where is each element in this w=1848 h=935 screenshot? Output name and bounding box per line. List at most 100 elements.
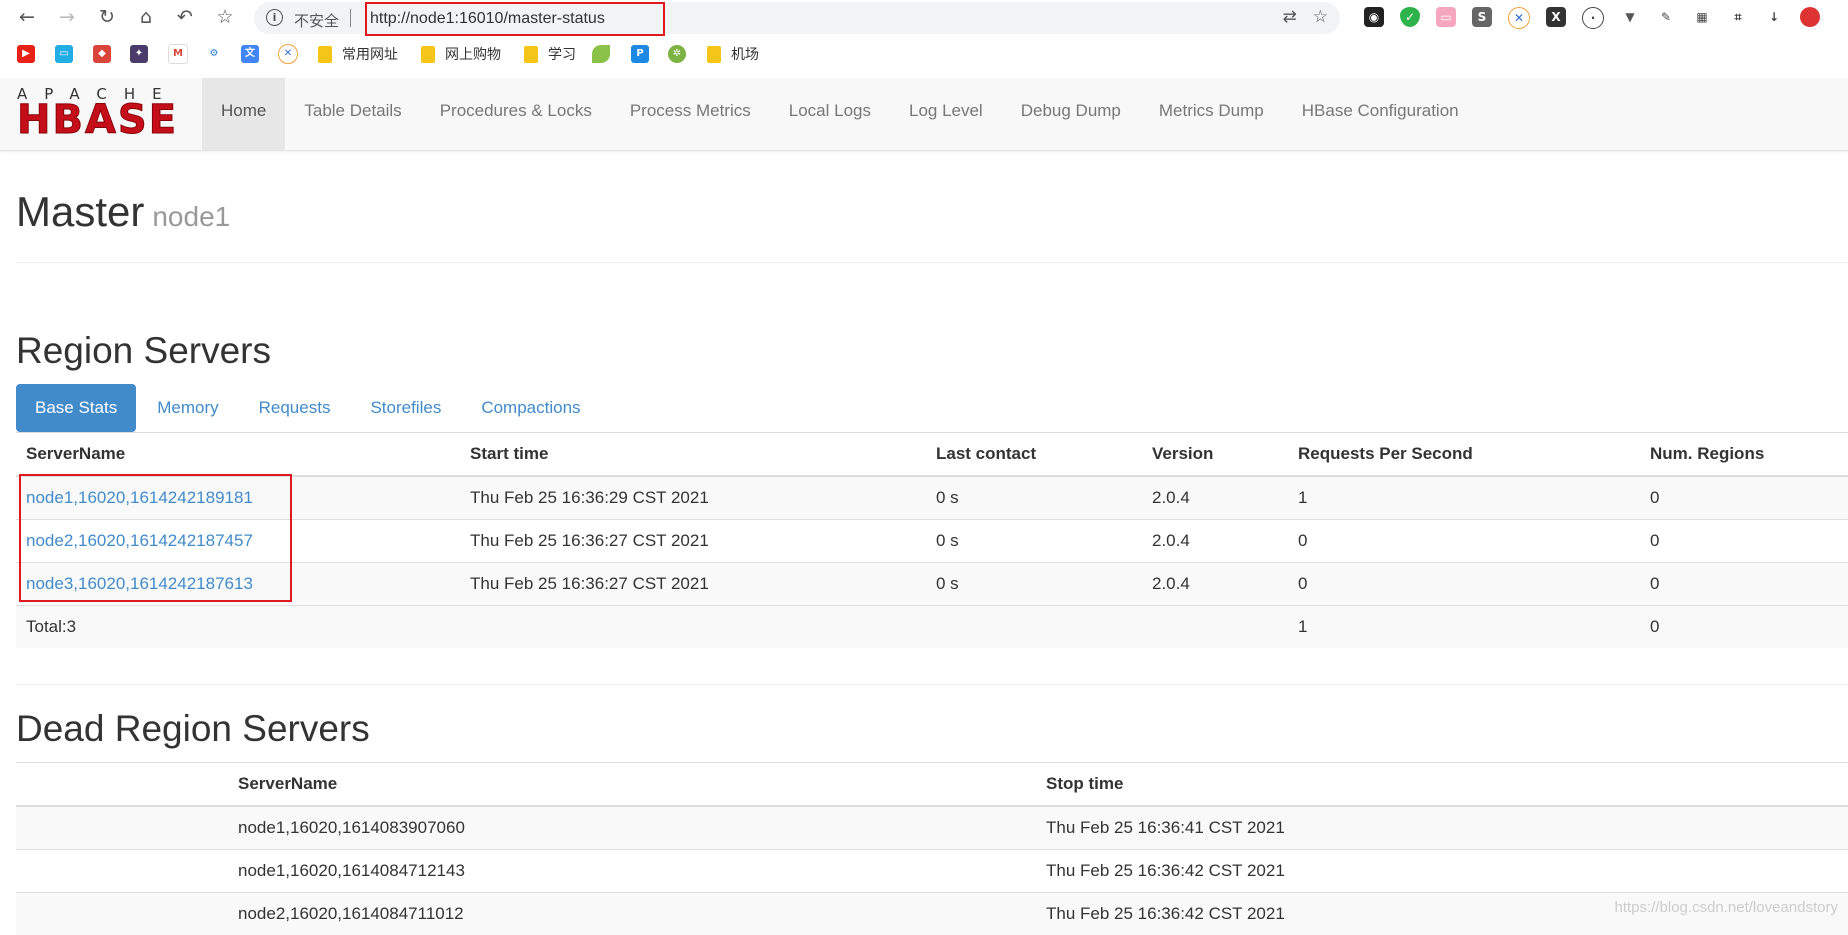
anime-icon: ✦: [130, 45, 148, 63]
youtube-bookmark[interactable]: ▶: [17, 44, 41, 64]
col-version[interactable]: Version: [1142, 433, 1288, 477]
folder-icon: [318, 46, 332, 63]
gmail-icon: M: [168, 44, 188, 64]
translate-bookmark[interactable]: 文: [241, 44, 265, 64]
server-link[interactable]: node3,16020,1614242187613: [26, 574, 253, 593]
bookmark-folder-2[interactable]: 网上购物: [421, 44, 501, 64]
server-name-cell: node1,16020,1614084712143: [228, 850, 1036, 893]
x-square-extension-icon[interactable]: X: [1546, 7, 1566, 27]
col-last-contact[interactable]: Last contact: [926, 433, 1142, 477]
gmail-bookmark[interactable]: M: [168, 44, 194, 64]
region-servers-heading: Region Servers: [16, 330, 271, 372]
nav-process-metrics[interactable]: Process Metrics: [611, 78, 770, 150]
shield-extension-icon[interactable]: ✓: [1400, 7, 1420, 27]
col-stop-time[interactable]: Stop time: [1036, 763, 1848, 807]
empty-cell: [460, 606, 926, 649]
bookmark-folder-4[interactable]: 机场: [707, 44, 759, 64]
bookmark-folder-3[interactable]: 学习: [524, 44, 576, 64]
server-name-cell: node1,16020,1614083907060: [228, 806, 1036, 850]
bookmark-network[interactable]: ⚙: [205, 44, 229, 64]
server-name-cell: node2,16020,1614084711012: [228, 893, 1036, 935]
total-label-cell: Total:3: [16, 606, 460, 649]
start-time-cell: Thu Feb 25 16:36:29 CST 2021: [460, 476, 926, 520]
total-regions-cell: 0: [1640, 606, 1848, 649]
rps-cell: 1: [1288, 476, 1640, 520]
download-icon[interactable]: ↓: [1764, 7, 1784, 27]
col-start-time[interactable]: Start time: [460, 433, 926, 477]
bookmark-anime[interactable]: ✦: [130, 44, 154, 64]
hbase-logo[interactable]: APACHE HBASE: [17, 86, 189, 136]
divider: [16, 262, 1848, 263]
nav-hbase-configuration[interactable]: HBase Configuration: [1283, 78, 1478, 150]
empty-cell: [16, 850, 228, 893]
server-link[interactable]: node1,16020,1614242189181: [26, 488, 253, 507]
forward-arrow-icon[interactable]: →: [54, 4, 80, 30]
tab-memory[interactable]: Memory: [138, 384, 237, 432]
col-servername[interactable]: ServerName: [228, 763, 1036, 807]
star-icon[interactable]: ☆: [1313, 7, 1328, 27]
x-circle-icon: ✕: [278, 44, 298, 64]
extensions-bar: ◉ ✓ ▭ S ✕ X · ▼ ✎ ▦ ⌗ ↓: [1364, 7, 1820, 29]
reload-icon[interactable]: ↻: [94, 4, 120, 30]
edit-extension-icon[interactable]: ✎: [1656, 7, 1676, 27]
table-row: node1,16020,1614083907060 Thu Feb 25 16:…: [16, 806, 1848, 850]
bookmark-x[interactable]: ✕: [278, 44, 304, 64]
bookmark-p[interactable]: P: [631, 44, 655, 64]
col-requests-per-second[interactable]: Requests Per Second: [1288, 433, 1640, 477]
start-time-cell: Thu Feb 25 16:36:27 CST 2021: [460, 563, 926, 606]
bookmark-star-icon[interactable]: ☆: [212, 4, 238, 30]
bookmark-label: 网上购物: [445, 44, 501, 64]
nav-metrics-dump[interactable]: Metrics Dump: [1140, 78, 1283, 150]
back-arrow-icon[interactable]: ←: [14, 4, 40, 30]
bookmark-folder-1[interactable]: 常用网址: [318, 44, 398, 64]
nav-home[interactable]: Home: [202, 78, 285, 150]
total-rps-cell: 1: [1288, 606, 1640, 649]
stop-time-cell: Thu Feb 25 16:36:41 CST 2021: [1036, 806, 1848, 850]
bookmark-lime[interactable]: ✲: [668, 44, 692, 64]
table-row: node2,16020,1614242187457 Thu Feb 25 16:…: [16, 520, 1848, 563]
nav-log-level[interactable]: Log Level: [890, 78, 1002, 150]
server-name-cell: node3,16020,1614242187613: [16, 563, 460, 606]
table-row: node1,16020,1614242189181 Thu Feb 25 16:…: [16, 476, 1848, 520]
x-extension-icon[interactable]: ✕: [1508, 7, 1530, 29]
col-servername[interactable]: ServerName: [16, 433, 460, 477]
grid-extension-icon[interactable]: ▦: [1692, 7, 1712, 27]
p-icon: P: [631, 45, 649, 63]
bilibili-extension-icon[interactable]: ▭: [1436, 7, 1456, 27]
translate-icon[interactable]: ⇄: [1283, 7, 1297, 27]
empty-cell: [16, 806, 228, 850]
col-num-regions[interactable]: Num. Regions: [1640, 433, 1848, 477]
profile-avatar[interactable]: [1800, 7, 1820, 27]
v-extension-icon[interactable]: ▼: [1620, 7, 1640, 27]
address-bar[interactable]: i 不安全 http://node1:16010/master-status ⇄…: [254, 2, 1340, 34]
regions-cell: 0: [1640, 563, 1848, 606]
s-extension-icon[interactable]: S: [1472, 7, 1492, 27]
nav-local-logs[interactable]: Local Logs: [770, 78, 890, 150]
insecure-label: 不安全: [294, 10, 339, 31]
url-text[interactable]: http://node1:16010/master-status: [370, 10, 605, 28]
nav-procedures-locks[interactable]: Procedures & Locks: [421, 78, 611, 150]
app-icon: ◆: [93, 45, 111, 63]
bilibili-bookmark[interactable]: ▭: [55, 44, 79, 64]
bookmark-label: 学习: [548, 44, 576, 64]
nav-debug-dump[interactable]: Debug Dump: [1002, 78, 1140, 150]
extension-icon[interactable]: ◉: [1364, 7, 1384, 27]
logo-hbase-text: HBASE: [17, 102, 189, 138]
bookmark-leaf[interactable]: [592, 44, 616, 64]
nav-table-details[interactable]: Table Details: [285, 78, 420, 150]
tab-requests[interactable]: Requests: [240, 384, 350, 432]
code-extension-icon[interactable]: ·: [1582, 7, 1604, 29]
crop-icon[interactable]: ⌗: [1728, 7, 1748, 27]
last-contact-cell: 0 s: [926, 520, 1142, 563]
leaf-icon: [592, 45, 610, 63]
undo-icon[interactable]: ↶: [172, 4, 198, 30]
divider: [16, 684, 1848, 685]
tab-compactions[interactable]: Compactions: [462, 384, 599, 432]
tab-base-stats[interactable]: Base Stats: [16, 384, 136, 432]
table-row: node1,16020,1614084712143 Thu Feb 25 16:…: [16, 850, 1848, 893]
info-icon[interactable]: i: [266, 9, 283, 26]
tab-storefiles[interactable]: Storefiles: [351, 384, 460, 432]
server-link[interactable]: node2,16020,1614242187457: [26, 531, 253, 550]
bookmark-app[interactable]: ◆: [93, 44, 117, 64]
home-icon[interactable]: ⌂: [133, 4, 159, 30]
